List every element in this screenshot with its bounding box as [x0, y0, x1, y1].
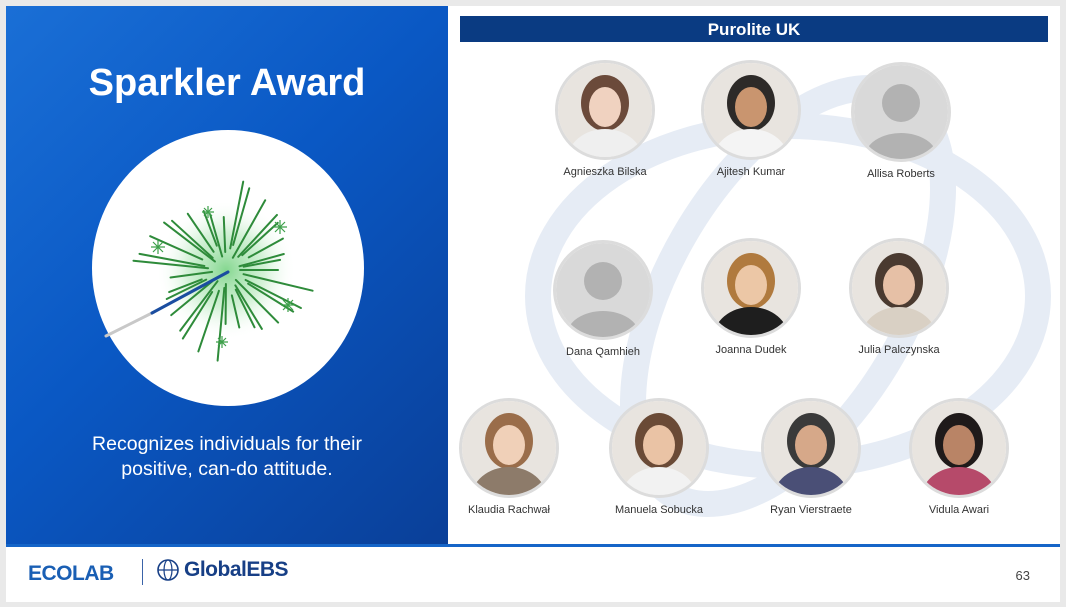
- member-name: Klaudia Rachwał: [468, 504, 550, 516]
- award-description-line-2: positive, can-do attitude.: [121, 458, 333, 480]
- globalebs-logo: GlobalEBS: [156, 558, 289, 582]
- footer-divider: [6, 544, 1060, 547]
- member-name: Ajitesh Kumar: [716, 166, 786, 178]
- team-member: Ajitesh Kumar: [676, 60, 826, 178]
- member-name: Agnieszka Bilska: [563, 166, 647, 178]
- team-member: Manuela Sobucka: [584, 398, 734, 516]
- member-photo: [459, 398, 559, 498]
- member-photo: [849, 238, 949, 338]
- member-photo: [609, 398, 709, 498]
- team-member: Vidula Awari: [884, 398, 1034, 516]
- team-header: Purolite UK: [460, 16, 1048, 42]
- member-photo: [909, 398, 1009, 498]
- slide: Sparkler Award Recognizes individuals fo…: [6, 6, 1060, 602]
- sparkler-icon: [104, 180, 314, 362]
- member-photo: [555, 60, 655, 160]
- member-name: Vidula Awari: [928, 504, 990, 516]
- team-member: Dana Qamhieh: [528, 240, 678, 358]
- member-name: Dana Qamhieh: [566, 346, 640, 358]
- team-member: Allisa Roberts: [826, 62, 976, 180]
- team-member: Julia Palczynska: [824, 238, 974, 356]
- member-name: Allisa Roberts: [867, 168, 935, 180]
- member-name: Manuela Sobucka: [614, 504, 704, 516]
- team-member: Joanna Dudek: [676, 238, 826, 356]
- team-member: Agnieszka Bilska: [530, 60, 680, 178]
- award-description: Recognizes individuals for their positiv…: [46, 432, 408, 482]
- logo-divider: [142, 559, 143, 585]
- placeholder-avatar-icon: [851, 62, 951, 162]
- member-photo: [761, 398, 861, 498]
- award-panel: Sparkler Award Recognizes individuals fo…: [6, 6, 448, 546]
- sparkler-badge: [92, 130, 364, 406]
- ecolab-logo: ECOLAB: [28, 562, 114, 585]
- award-title: Sparkler Award: [88, 62, 366, 104]
- team-member: Klaudia Rachwał: [434, 398, 584, 516]
- page-number: 63: [1015, 568, 1030, 583]
- member-photo: [701, 60, 801, 160]
- logo-global-text: Global: [184, 558, 247, 581]
- award-description-line-1: Recognizes individuals for their: [92, 433, 362, 455]
- globe-icon: [157, 559, 179, 581]
- member-name: Joanna Dudek: [715, 344, 787, 356]
- member-name: Ryan Vierstraete: [770, 504, 852, 516]
- team-member: Ryan Vierstraete: [736, 398, 886, 516]
- logo-ebs-text: EBS: [246, 558, 289, 581]
- member-photo: [701, 238, 801, 338]
- member-name: Julia Palczynska: [858, 344, 940, 356]
- placeholder-avatar-icon: [553, 240, 653, 340]
